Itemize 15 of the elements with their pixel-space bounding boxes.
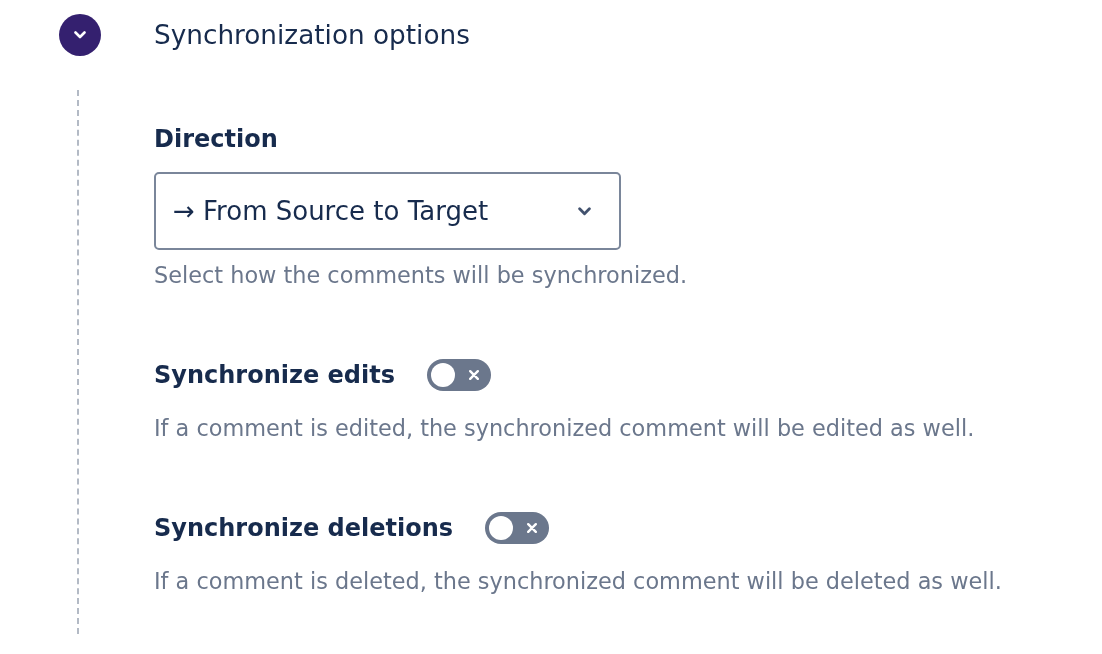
field-label: Direction — [154, 124, 278, 154]
option-label: Synchronize deletions — [154, 513, 454, 543]
cross-icon — [527, 523, 538, 533]
help-text: Select how the comments will be synchronized. — [154, 262, 688, 288]
help-text: If a comment is deleted, the synchronized comment will be deleted as well. — [154, 568, 1002, 594]
cross-icon — [469, 370, 479, 380]
chevron-icon — [74, 31, 86, 39]
section-title: Synchronization options — [154, 19, 470, 51]
help-text: If a comment is edited, the synchronized comment will be edited as well. — [154, 415, 975, 441]
chevron-down-icon — [578, 206, 591, 216]
collapse-button[interactable] — [59, 14, 101, 56]
toggle-switch[interactable] — [427, 359, 491, 391]
option-label: Synchronize edits — [154, 360, 395, 390]
direction-select[interactable]: → From Source to Target — [154, 172, 621, 250]
toggle-switch[interactable] — [485, 512, 550, 544]
